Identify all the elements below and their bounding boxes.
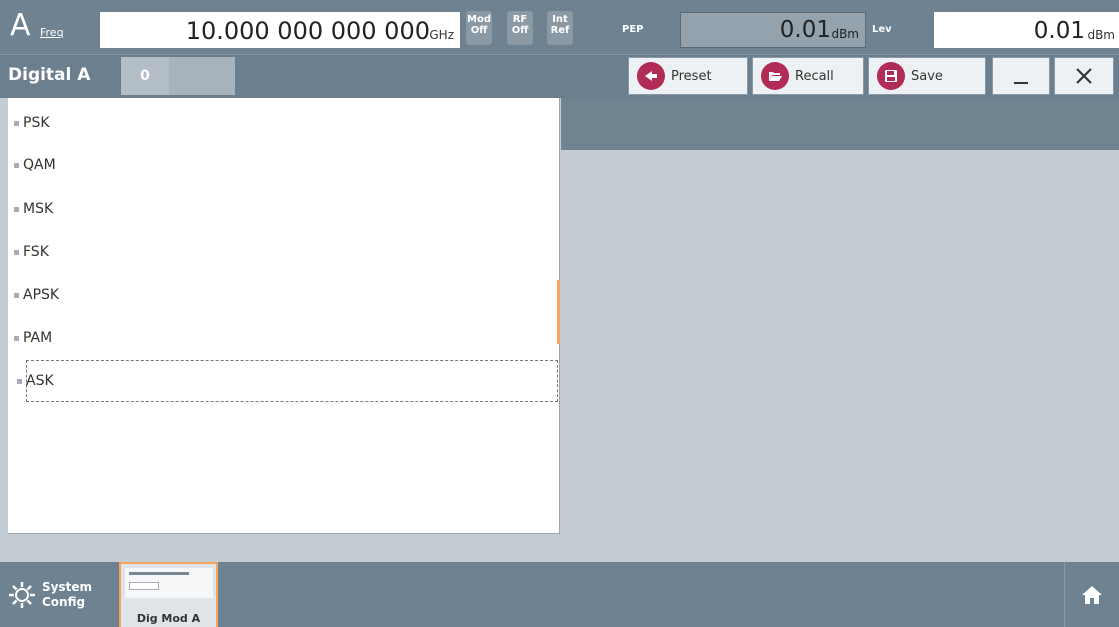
tree-item-fsk[interactable]: FSK — [8, 237, 49, 267]
mod-status-value: Off — [470, 25, 488, 36]
tree-item-label: FSK — [23, 244, 49, 260]
tree-item-ask[interactable]: ASK — [17, 360, 558, 402]
recall-label: Recall — [795, 68, 834, 84]
expand-icon[interactable] — [14, 292, 19, 298]
tree-item-apsk[interactable]: APSK — [8, 280, 59, 310]
dialog-title-bar: Digital A 0 Preset Recall Save — [0, 54, 1119, 98]
thumbnail-preview — [125, 568, 213, 598]
preset-label: Preset — [671, 68, 712, 84]
tree-item-label: ASK — [26, 373, 54, 389]
preset-button[interactable]: Preset — [628, 57, 748, 95]
taskbar: System Config Dig Mod A — [0, 562, 1119, 627]
channel-letter: A — [10, 8, 31, 43]
tree-item-label: MSK — [23, 201, 54, 217]
freq-label[interactable]: Freq — [40, 26, 64, 39]
thumbnail-label: Dig Mod A — [136, 612, 201, 625]
frequency-field[interactable]: 10.000 000 000 000 GHz — [100, 12, 460, 48]
ref-status-label: Int — [552, 14, 568, 25]
frequency-unit: GHz — [429, 28, 454, 42]
pep-display: 0.01 dBm — [680, 12, 866, 48]
minimize-button[interactable] — [992, 57, 1050, 95]
pep-unit: dBm — [831, 27, 859, 41]
level-value: 0.01 — [1033, 18, 1085, 44]
recall-button[interactable]: Recall — [752, 57, 864, 95]
system-config-label-2: Config — [42, 594, 86, 609]
home-button[interactable] — [1064, 562, 1119, 627]
expand-icon[interactable] — [14, 206, 19, 212]
tree-item-psk[interactable]: PSK — [8, 108, 50, 138]
expand-icon[interactable] — [14, 249, 19, 255]
folder-open-icon — [761, 62, 789, 90]
tree-item-label: PAM — [23, 330, 53, 346]
scroll-indicator — [557, 280, 560, 344]
instance-tab-0[interactable]: 0 — [121, 57, 169, 95]
preset-icon — [637, 62, 665, 90]
tree-item-pam[interactable]: PAM — [8, 323, 52, 353]
tree-item-qam[interactable]: QAM — [8, 150, 56, 180]
save-label: Save — [911, 68, 943, 84]
rf-status-value: Off — [511, 25, 529, 36]
gear-icon — [9, 581, 35, 608]
expand-icon[interactable] — [17, 378, 22, 384]
tree-item-msk[interactable]: MSK — [8, 194, 53, 224]
mod-status-label: Mod — [467, 14, 491, 25]
rf-status-label: RF — [512, 14, 528, 25]
tree-item-label: APSK — [23, 287, 60, 303]
floppy-disk-icon — [877, 62, 905, 90]
level-unit: dBm — [1087, 28, 1115, 42]
rf-status-button[interactable]: RF Off — [507, 11, 533, 45]
ref-status-value: Ref — [550, 25, 570, 36]
detail-panel-header — [561, 98, 1119, 150]
instance-tab-strip: 0 — [121, 57, 235, 95]
pep-label: PEP — [622, 24, 644, 35]
level-label[interactable]: Lev — [872, 24, 892, 35]
dig-mod-a-thumbnail[interactable]: Dig Mod A — [119, 562, 218, 627]
system-config-label-1: System — [42, 579, 92, 594]
home-icon — [1082, 585, 1102, 604]
status-bar: A Freq 10.000 000 000 000 GHz Mod Off RF… — [0, 0, 1119, 54]
expand-icon[interactable] — [14, 162, 19, 168]
modulation-tree: PSK QAM MSK FSK APSK PAM ASK — [8, 98, 560, 534]
level-field[interactable]: 0.01 dBm — [934, 12, 1119, 48]
tree-item-label: QAM — [23, 157, 56, 173]
close-button[interactable] — [1054, 57, 1114, 95]
dialog-title: Digital A — [8, 65, 91, 85]
pep-value: 0.01 — [779, 17, 831, 43]
minimize-icon — [1014, 82, 1028, 84]
mod-status-button[interactable]: Mod Off — [466, 11, 492, 45]
expand-icon[interactable] — [14, 120, 19, 126]
ref-status-button[interactable]: Int Ref — [547, 11, 573, 45]
expand-icon[interactable] — [14, 335, 19, 341]
tree-item-label: PSK — [23, 115, 50, 131]
frequency-value: 10.000 000 000 000 — [185, 17, 430, 45]
close-icon — [1076, 68, 1092, 84]
save-button[interactable]: Save — [868, 57, 986, 95]
system-config-button[interactable]: System Config — [6, 562, 116, 627]
